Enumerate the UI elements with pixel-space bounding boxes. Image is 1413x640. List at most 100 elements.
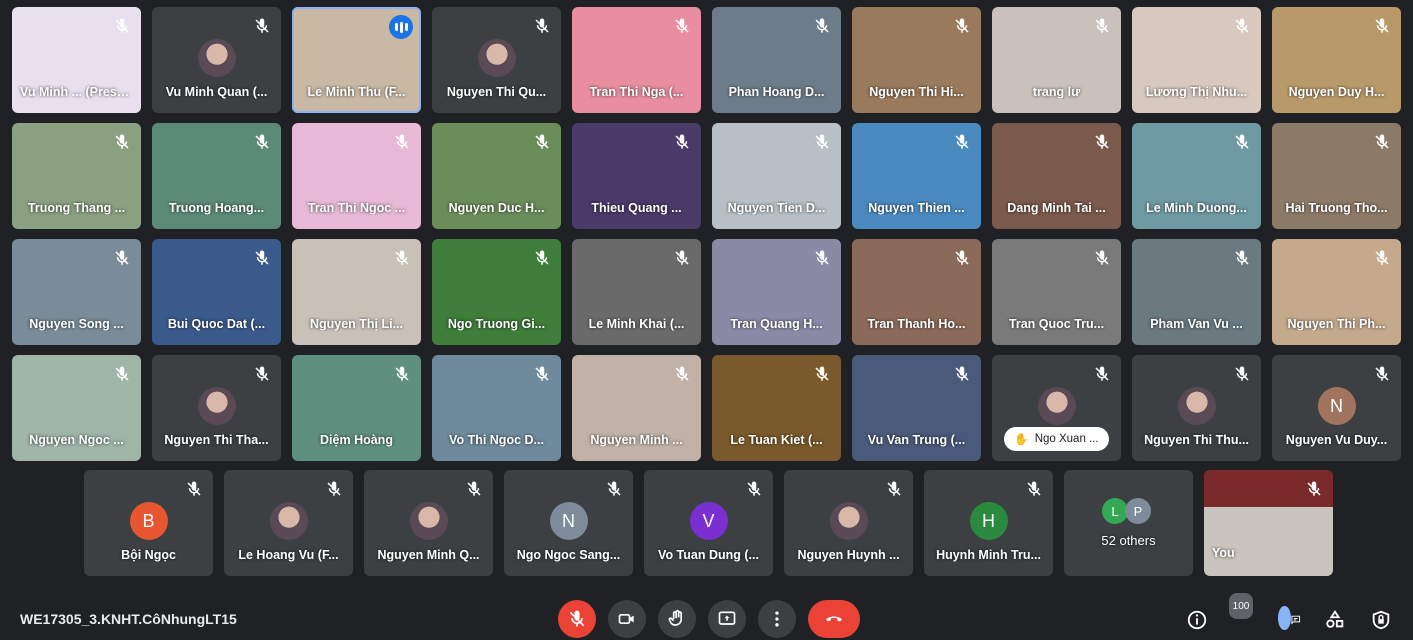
- participant-tile[interactable]: Thieu Quang ...: [572, 123, 701, 229]
- participant-tile[interactable]: Tran Quang H...: [712, 239, 841, 345]
- avatar-initial: N: [1317, 387, 1356, 425]
- mic-off-icon: [745, 480, 763, 498]
- mic-off-icon: [1093, 249, 1111, 267]
- participant-tile[interactable]: Bui Quoc Dat (...: [152, 239, 281, 345]
- participant-tile[interactable]: Dang Minh Tai ...: [992, 123, 1121, 229]
- mic-off-icon: [1233, 17, 1251, 35]
- participant-tile[interactable]: Truong Hoang...: [152, 123, 281, 229]
- participant-tile[interactable]: Tran Thanh Ho...: [852, 239, 981, 345]
- meeting-details-button[interactable]: [1185, 608, 1209, 632]
- participant-tile[interactable]: H Huynh Minh Tru...: [924, 470, 1053, 576]
- participant-name: Tran Quoc Tru...: [1008, 317, 1105, 331]
- participant-tile[interactable]: Tran Thi Nga (...: [572, 7, 701, 113]
- mic-off-icon: [253, 17, 271, 35]
- present-screen-button[interactable]: [708, 600, 746, 638]
- mic-off-icon: [533, 17, 551, 35]
- participant-tile[interactable]: Vu Minh ... (Presentin: [12, 7, 141, 113]
- participant-tile[interactable]: Nguyen Thi Ph...: [1272, 239, 1401, 345]
- participant-name: Phan Hoang D...: [728, 85, 825, 99]
- mic-off-icon: [813, 17, 831, 35]
- participant-name: Vu Minh ... (Presentin: [20, 85, 141, 99]
- participant-tile[interactable]: Nguyen Ngoc ...: [12, 355, 141, 461]
- participant-tile[interactable]: Pham Van Vu ...: [1132, 239, 1261, 345]
- participant-tile[interactable]: Le Tuan Kiet (...: [712, 355, 841, 461]
- chat-button[interactable]: [1277, 606, 1301, 632]
- mic-off-icon: [253, 365, 271, 383]
- mic-off-icon: [393, 249, 411, 267]
- participant-tile[interactable]: Phan Hoang D...: [712, 7, 841, 113]
- participants-button[interactable]: 100: [1228, 593, 1255, 632]
- participant-tile[interactable]: V Vo Tuan Dung (...: [644, 470, 773, 576]
- participant-name: Nguyen Huynh ...: [797, 548, 900, 562]
- participant-tile[interactable]: Tran Quoc Tru...: [992, 239, 1121, 345]
- participant-name: Le Minh Thu (F...: [307, 85, 406, 99]
- participant-row: Nguyen Song ... Bui Quoc Dat (... Nguyen T…: [12, 239, 1402, 345]
- participant-tile[interactable]: Diệm Hoàng: [292, 355, 421, 461]
- self-view-tile[interactable]: You: [1204, 470, 1333, 576]
- others-tile[interactable]: L P 52 others: [1064, 470, 1193, 576]
- participant-tile[interactable]: Le Minh Khai (...: [572, 239, 701, 345]
- mic-off-icon: [533, 133, 551, 151]
- mic-off-icon: [253, 133, 271, 151]
- participant-name: Nguyen Song ...: [29, 317, 124, 331]
- participant-name: Nguyen Thi Thu...: [1144, 433, 1249, 447]
- host-controls-button[interactable]: [1369, 608, 1393, 632]
- mic-off-icon: [1373, 365, 1391, 383]
- participant-tile[interactable]: Vo Thi Ngoc D...: [432, 355, 561, 461]
- participant-tile[interactable]: Nguyen Song ...: [12, 239, 141, 345]
- participant-tile[interactable]: Lương Thị Nhu...: [1132, 7, 1261, 113]
- participant-name: Tran Thi Nga (...: [589, 85, 684, 99]
- participant-tile[interactable]: Nguyen Huynh ...: [784, 470, 913, 576]
- participant-tile[interactable]: Vu Van Trung (...: [852, 355, 981, 461]
- participant-name: Huynh Minh Tru...: [936, 548, 1041, 562]
- mic-off-icon: [1305, 480, 1323, 498]
- camera-toggle-button[interactable]: [608, 600, 646, 638]
- avatar-initial: N: [549, 502, 588, 540]
- participant-tile[interactable]: Hai Truong Tho...: [1272, 123, 1401, 229]
- participant-tile[interactable]: Le Minh Thu (F...: [292, 7, 421, 113]
- avatar: [409, 502, 448, 540]
- leave-call-button[interactable]: [808, 600, 860, 638]
- info-icon: [1187, 610, 1207, 630]
- mic-off-icon: [813, 133, 831, 151]
- participant-tile[interactable]: Nguyen Thi Hi...: [852, 7, 981, 113]
- participant-tile[interactable]: Nguyen Minh Q...: [364, 470, 493, 576]
- others-avatar: P: [1125, 498, 1151, 524]
- call-controls: [558, 600, 860, 638]
- mic-off-icon: [113, 133, 131, 151]
- hang-up-icon: [826, 616, 842, 622]
- participant-tile[interactable]: Nguyen Tien D...: [712, 123, 841, 229]
- participant-tile[interactable]: Tran Thi Ngoc ...: [292, 123, 421, 229]
- participant-tile[interactable]: N Nguyen Vu Duy...: [1272, 355, 1401, 461]
- participant-tile[interactable]: Nguyen Thi Thu...: [1132, 355, 1261, 461]
- raised-hand-chip: ✋ Ngo Xuan ...: [1004, 427, 1109, 451]
- participant-tile[interactable]: Nguyen Duc H...: [432, 123, 561, 229]
- participant-name: Ngo Ngoc Sang...: [516, 548, 621, 562]
- activities-button[interactable]: [1323, 608, 1347, 632]
- participant-tile[interactable]: Nguyen Thien ...: [852, 123, 981, 229]
- participant-tile[interactable]: trang lư: [992, 7, 1121, 113]
- participant-row: Vu Minh ... (Presentin Vu Minh Quan (... L…: [12, 7, 1402, 113]
- participant-tile[interactable]: B Bội Ngọc: [84, 470, 213, 576]
- participant-tile[interactable]: N Ngo Ngoc Sang...: [504, 470, 633, 576]
- participant-tile[interactable]: Le Minh Duong...: [1132, 123, 1261, 229]
- microphone-toggle-button[interactable]: [558, 600, 596, 638]
- participant-name: Vu Minh Quan (...: [165, 85, 268, 99]
- participant-name: Pham Van Vu ...: [1150, 317, 1243, 331]
- participant-name: Ngo Truong Gi...: [447, 317, 546, 331]
- participant-tile[interactable]: Le Hoang Vu (F...: [224, 470, 353, 576]
- mic-off-icon: [953, 249, 971, 267]
- participant-tile[interactable]: Nguyen Minh ...: [572, 355, 701, 461]
- participant-tile[interactable]: Truong Thang ...: [12, 123, 141, 229]
- participant-tile[interactable]: Nguyen Duy H...: [1272, 7, 1401, 113]
- participant-tile[interactable]: Nguyen Thị Li...: [292, 239, 421, 345]
- participant-name: Le Minh Khai (...: [588, 317, 685, 331]
- participant-tile[interactable]: Nguyen Thi Qu...: [432, 7, 561, 113]
- participant-tile[interactable]: ✋ Ngo Xuan ...: [992, 355, 1121, 461]
- mic-off-icon: [953, 365, 971, 383]
- more-options-button[interactable]: [758, 600, 796, 638]
- participant-tile[interactable]: Nguyen Thi Tha...: [152, 355, 281, 461]
- participant-tile[interactable]: Vu Minh Quan (...: [152, 7, 281, 113]
- raise-hand-button[interactable]: [658, 600, 696, 638]
- participant-tile[interactable]: Ngo Truong Gi...: [432, 239, 561, 345]
